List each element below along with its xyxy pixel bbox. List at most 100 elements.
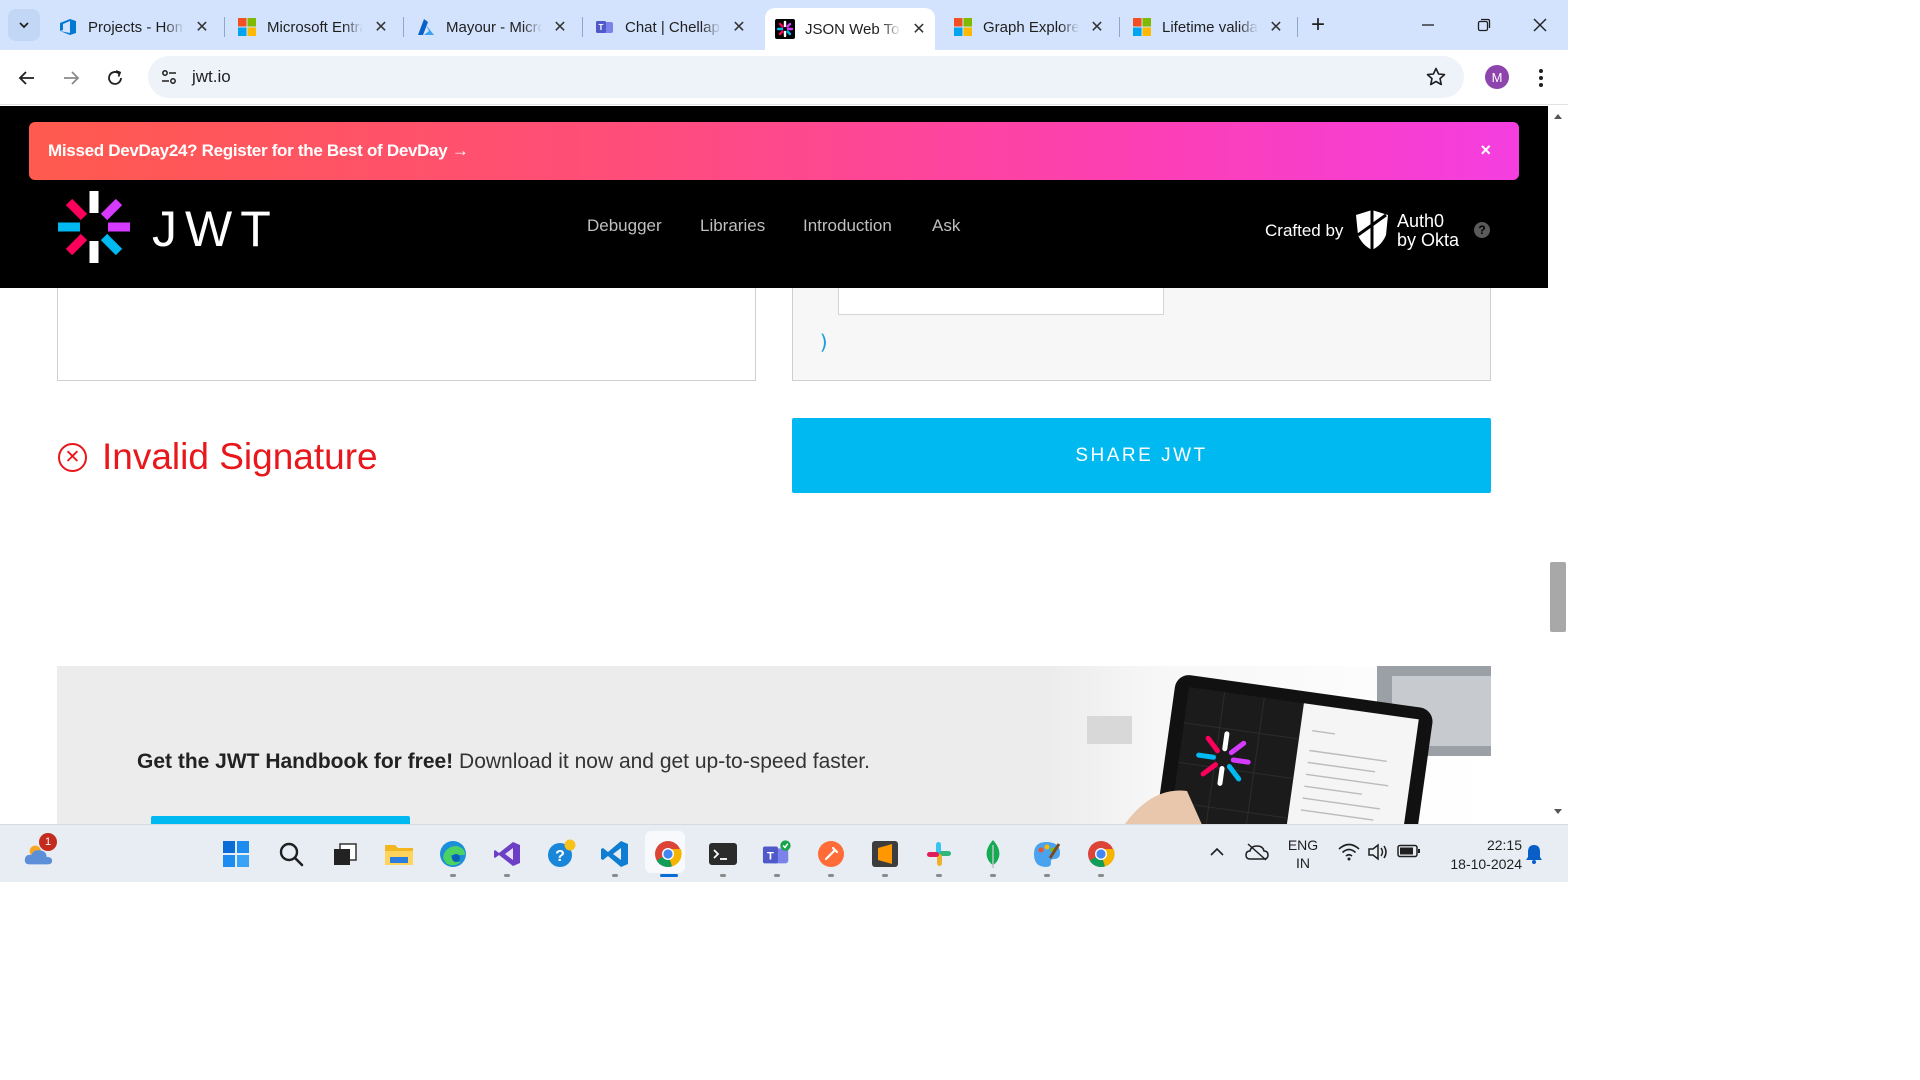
running-indicator bbox=[882, 874, 888, 877]
search-icon bbox=[279, 842, 304, 867]
windows-start-icon bbox=[223, 841, 249, 867]
restore-button[interactable] bbox=[1464, 10, 1504, 40]
jwt-logo-icon[interactable] bbox=[57, 190, 131, 264]
language-indicator[interactable]: ENG IN bbox=[1283, 836, 1323, 872]
nav-libraries[interactable]: Libraries bbox=[700, 216, 765, 236]
tablet-illustration-icon bbox=[1047, 666, 1491, 824]
close-icon[interactable]: ✕ bbox=[1087, 17, 1107, 37]
language-line1: ENG bbox=[1287, 837, 1319, 853]
star-icon[interactable] bbox=[1426, 67, 1446, 87]
browser-tab-strip: Projects - Home ✕ Microsoft Entra ✕ Mayo… bbox=[0, 0, 1568, 50]
search-button[interactable] bbox=[276, 839, 306, 869]
notification-bell-icon[interactable] bbox=[1525, 844, 1543, 864]
language-line2: IN bbox=[1296, 855, 1310, 871]
tab-lifetime-validation[interactable]: Lifetime validation ✕ bbox=[1122, 8, 1294, 46]
running-indicator bbox=[1098, 874, 1104, 877]
jwt-logo-text[interactable]: JWT bbox=[152, 200, 279, 258]
menu-button[interactable] bbox=[1525, 62, 1557, 94]
edge-icon bbox=[440, 841, 466, 867]
auth0-logo-text[interactable]: Auth0 by Okta bbox=[1397, 212, 1459, 250]
back-button[interactable] bbox=[11, 62, 43, 94]
site-settings-icon[interactable] bbox=[160, 68, 178, 86]
paint-app[interactable] bbox=[1032, 839, 1062, 869]
minimize-button[interactable] bbox=[1408, 10, 1448, 40]
scroll-down-icon[interactable] bbox=[1553, 808, 1563, 816]
sublime-app[interactable] bbox=[870, 839, 900, 869]
forward-button[interactable] bbox=[55, 62, 87, 94]
svg-text:T: T bbox=[767, 851, 774, 863]
nav-ask[interactable]: Ask bbox=[932, 216, 960, 236]
scrollbar-thumb[interactable] bbox=[1550, 562, 1566, 632]
tab-title: Mayour - Microsoft bbox=[446, 18, 542, 36]
vscode-app[interactable] bbox=[600, 839, 630, 869]
wifi-icon[interactable] bbox=[1338, 843, 1360, 861]
close-icon bbox=[1533, 18, 1547, 32]
address-bar[interactable]: jwt.io bbox=[148, 56, 1464, 98]
download-handbook-button[interactable] bbox=[151, 816, 410, 824]
task-view-button[interactable] bbox=[330, 839, 360, 869]
page-scrollbar[interactable] bbox=[1548, 106, 1568, 824]
close-window-button[interactable] bbox=[1520, 10, 1560, 40]
devday-banner[interactable]: Missed DevDay24? Register for the Best o… bbox=[29, 122, 1519, 180]
clock-time: 22:15 bbox=[1486, 837, 1522, 853]
chrome-app-2[interactable] bbox=[1086, 839, 1116, 869]
running-indicator bbox=[720, 874, 726, 877]
microsoft-icon bbox=[1133, 18, 1151, 36]
mongodb-app[interactable] bbox=[978, 839, 1008, 869]
close-icon[interactable]: ✕ bbox=[729, 17, 749, 37]
close-icon[interactable]: ✕ bbox=[1266, 17, 1286, 37]
arrow-right-icon bbox=[64, 71, 80, 85]
tab-chat-teams[interactable]: T Chat | Chellappa ✕ bbox=[585, 8, 757, 46]
slack-app[interactable] bbox=[924, 839, 954, 869]
close-icon[interactable]: ✕ bbox=[192, 17, 212, 37]
share-jwt-button[interactable]: SHARE JWT bbox=[792, 418, 1491, 493]
tab-search-button[interactable] bbox=[8, 9, 40, 41]
tab-json-web-tokens[interactable]: JSON Web Tokens ✕ bbox=[765, 8, 935, 50]
help-icon[interactable]: ? bbox=[1474, 222, 1490, 238]
error-circle-icon: ✕ bbox=[58, 442, 87, 472]
close-icon[interactable]: ✕ bbox=[550, 17, 570, 37]
volume-icon[interactable] bbox=[1367, 842, 1389, 862]
help-app[interactable]: ? bbox=[546, 839, 576, 869]
signature-status-text: Invalid Signature bbox=[102, 436, 378, 477]
battery-icon[interactable] bbox=[1397, 844, 1421, 858]
signature-status: ✕ Invalid Signature bbox=[58, 436, 378, 478]
new-tab-button[interactable]: + bbox=[1298, 10, 1338, 40]
azure-devops-icon bbox=[60, 19, 76, 35]
get-help-icon: ? bbox=[548, 839, 576, 867]
tab-mayour-microsoft[interactable]: Mayour - Microsoft ✕ bbox=[406, 8, 578, 46]
task-view-icon bbox=[334, 843, 357, 865]
visual-studio-app[interactable] bbox=[492, 839, 522, 869]
start-button[interactable] bbox=[221, 839, 251, 869]
banner-text[interactable]: Missed DevDay24? Register for the Best o… bbox=[48, 141, 469, 161]
terminal-app[interactable] bbox=[708, 839, 738, 869]
running-indicator bbox=[504, 874, 510, 877]
auth0-line1: Auth0 bbox=[1397, 211, 1445, 231]
tab-title: Lifetime validation bbox=[1162, 18, 1258, 36]
visual-studio-icon bbox=[494, 842, 520, 866]
scroll-up-icon[interactable] bbox=[1553, 112, 1563, 120]
tab-graph-explorer[interactable]: Graph Explorer ✕ bbox=[943, 8, 1115, 46]
tab-microsoft-entra[interactable]: Microsoft Entra ✕ bbox=[227, 8, 399, 46]
teams-app[interactable]: T bbox=[762, 839, 792, 869]
postman-app[interactable] bbox=[816, 839, 846, 869]
file-explorer-app[interactable] bbox=[384, 839, 414, 869]
nav-debugger[interactable]: Debugger bbox=[587, 216, 662, 236]
reload-button[interactable] bbox=[99, 62, 131, 94]
slack-icon bbox=[927, 842, 951, 866]
tab-projects-home[interactable]: Projects - Home ✕ bbox=[48, 8, 220, 46]
edge-app[interactable] bbox=[438, 839, 468, 869]
auth0-shield-icon[interactable] bbox=[1354, 209, 1390, 251]
close-icon[interactable]: ✕ bbox=[371, 17, 391, 37]
web-page: ) ✕ Invalid Signature SHARE JWT Get the … bbox=[0, 106, 1568, 824]
clock[interactable]: 22:15 18-10-2024 bbox=[1432, 836, 1522, 874]
profile-avatar[interactable]: M bbox=[1485, 65, 1509, 89]
onedrive-offline-icon[interactable] bbox=[1245, 843, 1269, 861]
chrome-app[interactable] bbox=[653, 839, 683, 869]
svg-text:?: ? bbox=[555, 848, 565, 865]
chevron-up-icon[interactable] bbox=[1210, 847, 1224, 857]
close-icon[interactable]: ✕ bbox=[909, 19, 929, 39]
banner-close-button[interactable]: × bbox=[1480, 140, 1491, 161]
mongodb-leaf-icon bbox=[986, 840, 1000, 868]
nav-introduction[interactable]: Introduction bbox=[803, 216, 892, 236]
